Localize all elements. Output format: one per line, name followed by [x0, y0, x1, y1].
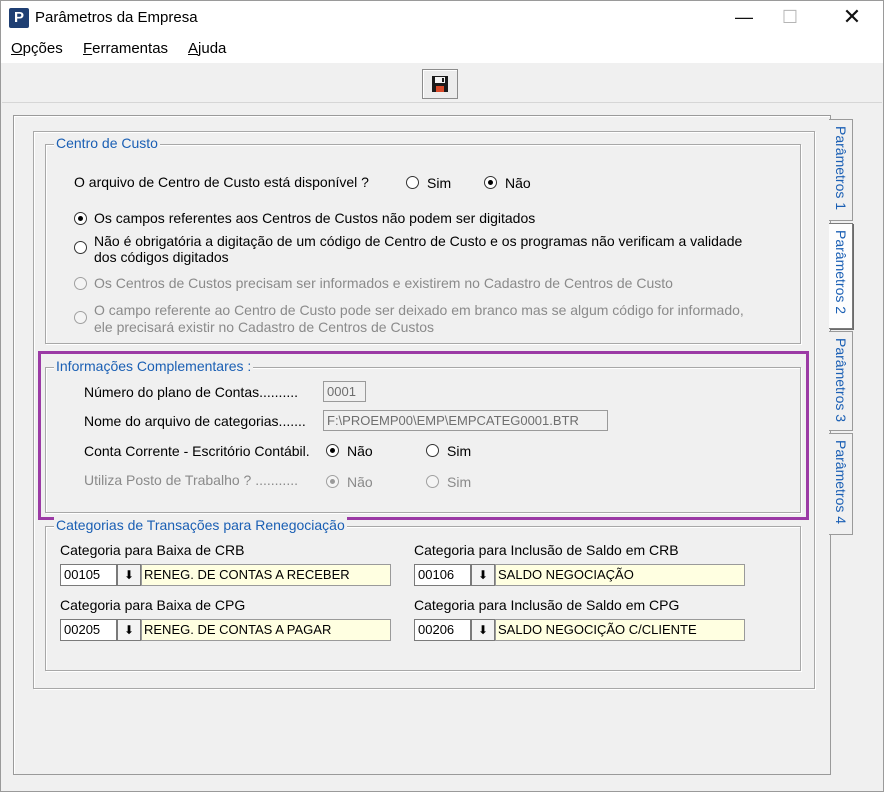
tab-parametros-4-label: Parâmetros 4: [833, 440, 849, 525]
centro-custo-question: O arquivo de Centro de Custo está dispon…: [74, 174, 369, 190]
title-bar: P Parâmetros da Empresa — ☐ ✕: [1, 1, 883, 35]
inclusao-cpg-label: Categoria para Inclusão de Saldo em CPG: [414, 597, 680, 613]
tab-parametros-1-label: Parâmetros 1: [833, 126, 849, 211]
baixa-cpg-label: Categoria para Baixa de CPG: [60, 597, 246, 613]
menu-opcoes-label: pções: [22, 40, 63, 57]
cc-option-4-label-cont: ele precisará existir no Cadastro de Cen…: [94, 319, 435, 335]
menu-bar: Opções Ferramentas Ajuda: [1, 35, 883, 63]
centro-custo-nao-label: Não: [505, 175, 531, 191]
categorias-title: Categorias de Transações para Renegociaç…: [54, 517, 347, 533]
inclusao-cpg-lookup-icon[interactable]: ⬇: [471, 619, 495, 641]
baixa-cpg-lookup-icon[interactable]: ⬇: [117, 619, 141, 641]
tab-parametros-4[interactable]: Parâmetros 4: [829, 433, 853, 535]
cc-option-1-label: Os campos referentes aos Centros de Cust…: [94, 210, 536, 226]
tab-parametros-1[interactable]: Parâmetros 1: [829, 119, 853, 221]
inclusao-crb-code-input[interactable]: 00106: [414, 564, 471, 586]
cc-option-4-label: O campo referente ao Centro de Custo pod…: [94, 302, 744, 318]
inclusao-crb-description: SALDO NEGOCIAÇÃO: [495, 564, 745, 586]
menu-opcoes-accel: O: [11, 40, 23, 57]
cc-option-3-label: Os Centros de Custos precisam ser inform…: [94, 275, 673, 291]
toolbar: [2, 65, 882, 103]
baixa-cpg-code-input[interactable]: 00205: [60, 619, 117, 641]
centro-custo-sim-radio[interactable]: [406, 176, 419, 189]
menu-opcoes[interactable]: Opções: [11, 40, 63, 57]
tab-parametros-2-label: Parâmetros 2: [833, 230, 849, 315]
tab-parametros-3[interactable]: Parâmetros 3: [829, 331, 853, 431]
cc-option-2-radio[interactable]: [74, 241, 87, 254]
inclusao-cpg-code-input[interactable]: 00206: [414, 619, 471, 641]
baixa-crb-label: Categoria para Baixa de CRB: [60, 542, 245, 558]
baixa-crb-code-input[interactable]: 00105: [60, 564, 117, 586]
floppy-disk-icon: [432, 76, 448, 92]
window-title: Parâmetros da Empresa: [35, 9, 198, 26]
save-button[interactable]: [422, 69, 458, 99]
baixa-cpg-description: RENEG. DE CONTAS A PAGAR: [141, 619, 391, 641]
cc-option-2-label-cont: dos códigos digitados: [94, 249, 229, 265]
cc-option-2-label: Não é obrigatória a digitação de um códi…: [94, 233, 743, 249]
inclusao-crb-label: Categoria para Inclusão de Saldo em CRB: [414, 542, 679, 558]
close-button[interactable]: ✕: [829, 1, 875, 35]
centro-custo-sim-label: Sim: [427, 175, 452, 191]
inclusao-crb-lookup-icon[interactable]: ⬇: [471, 564, 495, 586]
baixa-crb-lookup-icon[interactable]: ⬇: [117, 564, 141, 586]
cc-option-1-radio[interactable]: [74, 212, 87, 225]
cc-option-3-radio: [74, 277, 87, 290]
menu-ferramentas-accel: F: [83, 40, 93, 57]
app-logo-icon: P: [9, 8, 29, 28]
baixa-crb-description: RENEG. DE CONTAS A RECEBER: [141, 564, 391, 586]
highlight-box: [38, 351, 809, 520]
centro-custo-title: Centro de Custo: [54, 135, 160, 151]
menu-ajuda-accel: A: [188, 40, 199, 57]
tab-parametros-3-label: Parâmetros 3: [833, 338, 849, 423]
menu-ajuda[interactable]: Ajuda: [188, 40, 226, 57]
maximize-button[interactable]: ☐: [767, 1, 813, 35]
centro-custo-nao-radio[interactable]: [484, 176, 497, 189]
cc-option-4-radio: [74, 311, 87, 324]
inclusao-cpg-description: SALDO NEGOCIÇÃO C/CLIENTE: [495, 619, 745, 641]
app-window: P Parâmetros da Empresa — ☐ ✕ Opções Fer…: [0, 0, 884, 792]
tab-parametros-2[interactable]: Parâmetros 2: [829, 223, 853, 329]
menu-ferramentas[interactable]: Ferramentas: [83, 40, 168, 57]
minimize-button[interactable]: —: [721, 1, 767, 35]
menu-ajuda-label: juda: [198, 40, 227, 57]
menu-ferramentas-label: erramentas: [92, 40, 169, 57]
